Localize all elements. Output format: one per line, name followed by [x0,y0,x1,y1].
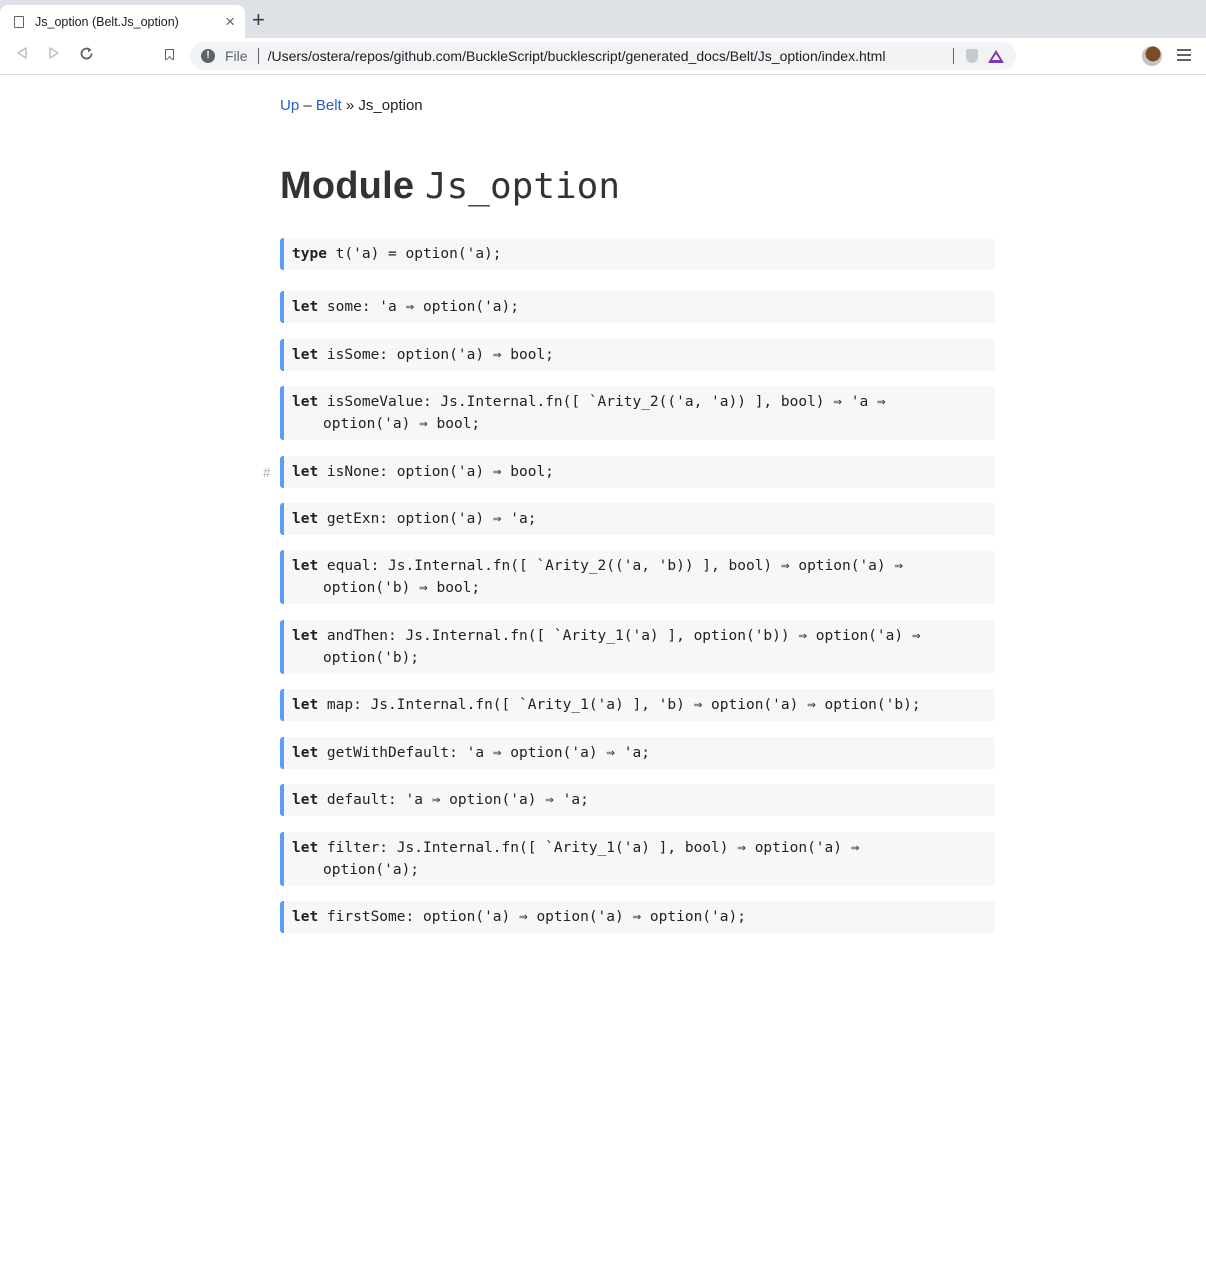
divider [257,48,259,64]
spec-anchor-link[interactable]: # [263,465,270,480]
spec-signature-continued: option('a) ⇒ bool; [323,416,481,432]
spec-keyword: let [292,628,319,644]
spec-keyword: let [292,792,319,808]
spec-keyword: let [292,745,319,761]
avatar[interactable] [1142,46,1162,66]
spec-signature: filter: Js.Internal.fn([ `Arity_1('a) ],… [318,840,860,856]
spec-firstSome: let firstSome: option('a) ⇒ option('a) ⇒… [280,901,995,933]
spec-some: let some: 'a ⇒ option('a); [280,291,995,323]
spec-keyword: let [292,909,319,925]
spec-keyword: let [292,697,319,713]
spec-signature: default: 'a ⇒ option('a) ⇒ 'a; [318,792,589,808]
divider [953,48,954,64]
scheme-label: File [225,48,248,64]
spec-signature: getWithDefault: 'a ⇒ option('a) ⇒ 'a; [318,745,650,761]
spec-signature: t('a) = option('a); [326,246,502,262]
breadcrumb: Up – Belt » Js_option [280,96,995,116]
page-title-word: Module [280,165,425,207]
breadcrumb-separator: » [341,97,359,114]
back-icon[interactable] [12,46,32,66]
spec-keyword: let [292,394,319,410]
address-bar[interactable]: ! File /Users/ostera/repos/github.com/Bu… [190,42,1016,70]
spec-keyword: let [292,558,319,574]
forward-icon[interactable] [44,46,64,66]
spec-keyword: let [292,511,319,527]
active-tab[interactable]: Js_option (Belt.Js_option) × [0,5,245,38]
shield-icon[interactable] [966,49,978,63]
new-tab-button[interactable]: + [252,9,265,31]
spec-keyword: type [292,246,327,262]
spec-signature: firstSome: option('a) ⇒ option('a) ⇒ opt… [318,909,746,925]
page-title: Module Js_option [280,163,995,209]
spec-getExn: let getExn: option('a) ⇒ 'a; [280,503,995,535]
browser-toolbar: ! File /Users/ostera/repos/github.com/Bu… [0,38,1206,75]
spec-default: let default: 'a ⇒ option('a) ⇒ 'a; [280,784,995,816]
spec-signature: isSomeValue: Js.Internal.fn([ `Arity_2((… [318,394,886,410]
bookmark-icon[interactable] [165,49,174,60]
breadcrumb-up-link[interactable]: Up [280,97,299,114]
spec-isSome: let isSome: option('a) ⇒ bool; [280,339,995,371]
reload-icon[interactable] [76,46,96,66]
spec-filter: let filter: Js.Internal.fn([ `Arity_1('a… [280,832,995,886]
tab-strip: Js_option (Belt.Js_option) × + [0,0,1206,38]
doc-icon [14,15,24,28]
spec-isSomeValue: let isSomeValue: Js.Internal.fn([ `Arity… [280,386,995,440]
menu-icon[interactable] [1177,49,1191,63]
spec-keyword: let [292,464,319,480]
spec-map: let map: Js.Internal.fn([ `Arity_1('a) ]… [280,689,995,721]
breadcrumb-belt-link[interactable]: Belt [316,97,342,114]
tab-title: Js_option (Belt.Js_option) [35,14,179,29]
rewards-icon[interactable] [988,49,1004,63]
breadcrumb-dash: – [299,97,316,114]
spec-signature-continued: option('b) ⇒ bool; [323,580,481,596]
doc-content: Up – Belt » Js_option Module Js_option t… [280,75,995,933]
info-icon[interactable]: ! [201,49,215,63]
spec-keyword: let [292,299,319,315]
spec-type-t: type t('a) = option('a); [280,238,995,270]
spec-keyword: let [292,347,319,363]
spec-signature: isSome: option('a) ⇒ bool; [318,347,554,363]
page-title-module-name: Js_option [424,166,621,207]
spec-equal: let equal: Js.Internal.fn([ `Arity_2(('a… [280,550,995,604]
tab-close-icon[interactable]: × [225,13,235,30]
spec-andThen: let andThen: Js.Internal.fn([ `Arity_1('… [280,620,995,674]
spec-signature: getExn: option('a) ⇒ 'a; [318,511,537,527]
breadcrumb-current: Js_option [358,97,423,114]
url-text[interactable]: /Users/ostera/repos/github.com/BuckleScr… [268,48,945,64]
spec-signature-continued: option('b); [323,650,420,666]
spec-getWithDefault: let getWithDefault: 'a ⇒ option('a) ⇒ 'a… [280,737,995,769]
spec-signature-continued: option('a); [323,862,420,878]
spec-signature: equal: Js.Internal.fn([ `Arity_2(('a, 'b… [318,558,904,574]
spec-signature: isNone: option('a) ⇒ bool; [318,464,554,480]
spec-signature: map: Js.Internal.fn([ `Arity_1('a) ], 'b… [318,697,921,713]
spec-keyword: let [292,840,319,856]
spec-signature: some: 'a ⇒ option('a); [318,299,519,315]
spec-signature: andThen: Js.Internal.fn([ `Arity_1('a) ]… [318,628,921,644]
spec-isNone: let isNone: option('a) ⇒ bool; [280,456,995,488]
